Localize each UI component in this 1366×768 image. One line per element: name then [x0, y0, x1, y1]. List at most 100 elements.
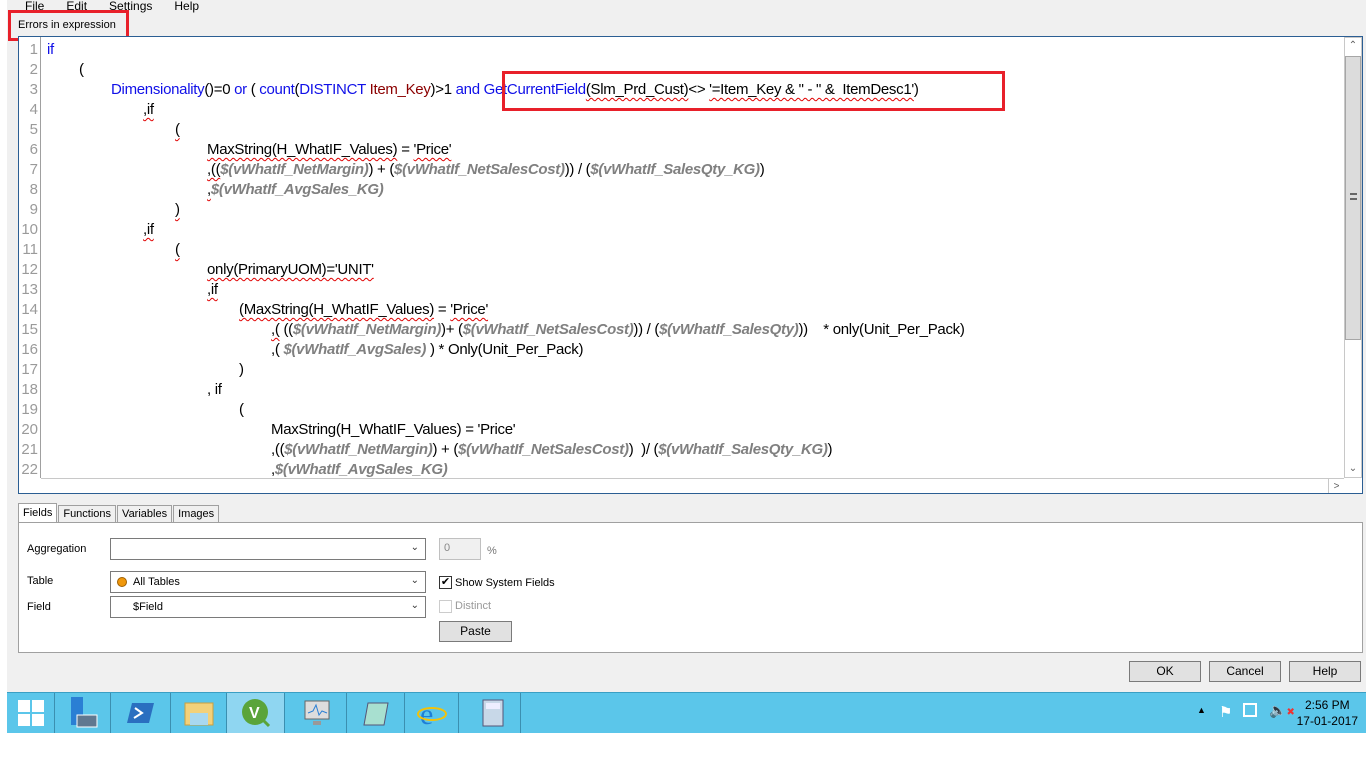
scroll-up-icon[interactable]: ⌃ [1345, 38, 1361, 54]
code-text: ,if [143, 101, 154, 118]
code-editor[interactable]: 1 2 3 4 5 6 7 8 9 10 11 12 13 14 15 16 17 18 19 20 21 22 if(D… [18, 36, 1363, 494]
code-variable: $(vWhatIf_NetSalesCost) [458, 441, 629, 458]
code-line: ,if [143, 220, 154, 240]
code-text: ) + ( [432, 441, 459, 458]
code-variable: $(vWhatIf_NetMargin) [220, 161, 369, 178]
line-number: 9 [29, 201, 38, 218]
performance-monitor-button[interactable] [287, 693, 347, 733]
notepad-button[interactable] [347, 693, 405, 733]
grip-icon [1350, 193, 1357, 200]
chevron-down-icon: ⌄ [410, 600, 419, 611]
line-number-gutter: 1 2 3 4 5 6 7 8 9 10 11 12 13 14 15 16 17 18 19 20 21 22 [19, 37, 41, 478]
table-value: All Tables [133, 576, 180, 588]
horizontal-scrollbar[interactable]: > [41, 478, 1344, 493]
scrollbar-thumb[interactable] [1345, 56, 1361, 340]
server-manager-button[interactable] [55, 693, 111, 733]
line-number: 11 [22, 241, 38, 258]
code-line: ,(($(vWhatIf_NetMargin)) + ($(vWhatIf_Ne… [271, 440, 833, 460]
vertical-scrollbar[interactable]: ⌃ ⌄ [1344, 37, 1362, 478]
aggregation-select[interactable]: ⌄ [110, 538, 426, 560]
line-number: 10 [21, 221, 38, 238]
folder-icon [184, 702, 213, 726]
code-text: )) / ( [633, 321, 660, 338]
code-text: ) [239, 361, 244, 378]
menu-bar: File Edit Settings Help [7, 0, 221, 14]
code-text: = [434, 301, 451, 318]
tab-fields[interactable]: Fields [18, 503, 58, 522]
code-text: ) [175, 201, 180, 218]
code-variable: $(vWhatIf_NetSalesCost) [462, 321, 634, 338]
code-text: = [397, 141, 414, 158]
scroll-down-icon[interactable]: ⌄ [1345, 461, 1361, 477]
tab-functions[interactable]: Functions [58, 505, 117, 523]
line-number: 20 [21, 421, 38, 438]
code-text: ,(( [207, 161, 221, 178]
system-clock[interactable]: 2:56 PM 17-01-2017 [1297, 697, 1358, 729]
svg-text:V: V [249, 705, 260, 722]
code-variable: $(vWhatIf_NetMargin) [292, 321, 442, 338]
code-variable: $(vWhatIf_SalesQty) [659, 321, 799, 338]
ok-button[interactable]: OK [1129, 661, 1201, 682]
field-select[interactable]: $Field ⌄ [110, 596, 426, 618]
menu-help[interactable]: Help [174, 0, 199, 14]
paste-button[interactable]: Paste [439, 621, 512, 642]
code-text: MaxString(H_WhatIF_Values) [207, 141, 398, 158]
scroll-right-icon[interactable]: > [1328, 479, 1344, 493]
code-text: )) * only(Unit_Per_Pack) [798, 321, 965, 338]
aggregation-label: Aggregation [27, 543, 87, 555]
code-line: ( [79, 60, 84, 80]
cancel-button[interactable]: Cancel [1209, 661, 1281, 682]
network-icon[interactable] [1243, 703, 1257, 717]
menu-edit[interactable]: Edit [66, 0, 87, 14]
menu-settings[interactable]: Settings [109, 0, 152, 14]
menu-file[interactable]: File [25, 0, 44, 14]
checkmark-icon: ✔ [440, 576, 451, 588]
show-system-fields-checkbox[interactable]: ✔ [439, 576, 452, 589]
code-variable: $(vWhatIf_AvgSales) [283, 341, 427, 358]
code-text: , if [207, 381, 222, 398]
field-label: Field [27, 601, 51, 613]
svg-text:e: e [420, 698, 433, 728]
code-variable: $(vWhatIf_AvgSales_KG) [210, 181, 384, 198]
code-line: only(PrimaryUOM)='UNIT' [207, 260, 374, 280]
internet-explorer-icon: e [416, 698, 447, 728]
code-text: ) [759, 161, 765, 178]
powershell-button[interactable] [111, 693, 171, 733]
help-button[interactable]: Help [1289, 661, 1361, 682]
calculator-button[interactable] [465, 693, 521, 733]
table-select[interactable]: All Tables ⌄ [110, 571, 426, 593]
code-text: MaxString(H_WhatIF_Values) = 'Price' [271, 421, 516, 438]
code-keyword: if [47, 41, 54, 58]
code-line: ,$(vWhatIf_AvgSales_KG) [271, 460, 448, 480]
code-line: MaxString(H_WhatIF_Values) = 'Price' [271, 420, 516, 440]
code-text: only(PrimaryUOM)='UNIT' [207, 261, 374, 278]
code-line: ,( $(vWhatIf_AvgSales) ) * Only(Unit_Per… [271, 340, 583, 360]
show-hidden-icons-icon[interactable]: ▲ [1197, 705, 1206, 715]
show-system-fields-label: Show System Fields [455, 577, 555, 589]
start-button[interactable] [7, 693, 55, 733]
internet-explorer-button[interactable]: e [405, 693, 459, 733]
code-line: ,(($(vWhatIf_NetMargin)) + ($(vWhatIf_Ne… [207, 160, 765, 180]
distinct-label: Distinct [455, 600, 492, 612]
code-line: (MaxString(H_WhatIF_Values) = 'Price' [239, 300, 488, 320]
chevron-down-icon: ⌄ [410, 542, 419, 553]
code-line: ,( (($(vWhatIf_NetMargin))+ ($(vWhatIf_N… [271, 320, 965, 340]
performance-monitor-icon [304, 700, 329, 725]
line-number: 1 [29, 41, 38, 58]
file-explorer-button[interactable] [171, 693, 227, 733]
distinct-checkbox[interactable] [439, 600, 452, 613]
action-center-flag-icon[interactable]: ⚑ [1219, 703, 1232, 721]
field-value: $Field [133, 601, 163, 613]
code-variable: $(vWhatIf_SalesQty_KG) [658, 441, 828, 458]
tab-variables[interactable]: Variables [117, 505, 173, 523]
volume-muted-icon[interactable]: 🔈✖ [1269, 702, 1295, 719]
percent-input[interactable]: 0 [439, 538, 481, 560]
qlikview-button[interactable]: V [227, 693, 285, 733]
line-number: 17 [21, 361, 38, 378]
line-number: 19 [21, 401, 38, 418]
line-number: 7 [29, 161, 38, 178]
tab-images[interactable]: Images [173, 505, 220, 523]
code-keyword: Dimensionality [111, 81, 205, 98]
code-keyword: count [259, 81, 295, 98]
code-text: ()=0 [204, 81, 235, 98]
